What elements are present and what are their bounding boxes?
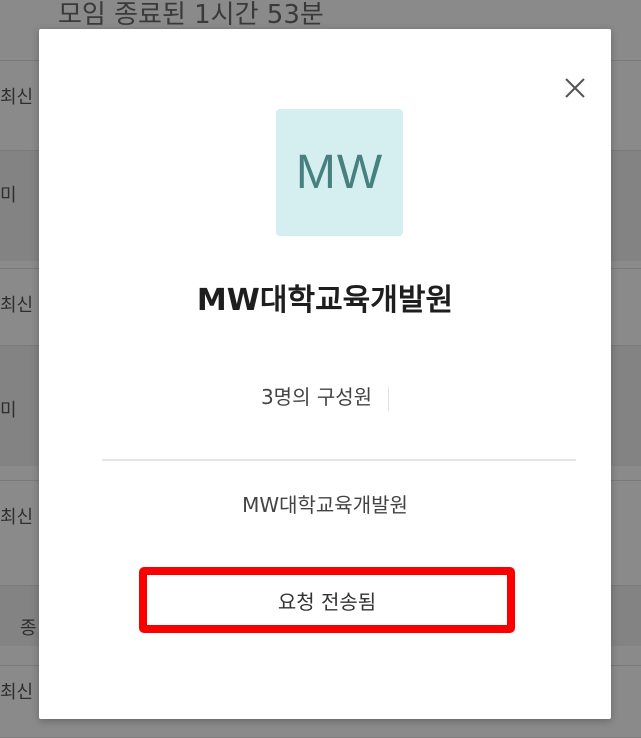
close-icon — [565, 78, 585, 98]
background-row-label: 최신 — [0, 507, 34, 528]
member-count: 3명의 구성원 — [260, 385, 373, 409]
background-title: 모임 종료된 1시간 53분 — [58, 0, 324, 30]
organization-logo-text: MW — [295, 146, 384, 199]
background-row-label: 미 — [0, 185, 17, 206]
background-row-label: 최신 — [0, 295, 34, 316]
background-row-label: 미 — [0, 400, 17, 421]
organization-logo: MW — [276, 109, 403, 236]
background-row-label: 최신 — [0, 682, 34, 703]
organization-name: MW대학교육개발원 — [196, 283, 454, 318]
divider — [102, 459, 576, 461]
request-sent-button[interactable]: 요청 전송됨 — [139, 567, 515, 633]
close-button[interactable] — [561, 74, 589, 102]
member-count-row: 3명의 구성원 — [39, 381, 611, 411]
background-row-label: 최신 — [0, 87, 34, 108]
background-row-label: 종 — [20, 618, 37, 639]
organization-modal: MW MW대학교육개발원 3명의 구성원 MW대학교육개발원 요청 전송됨 — [39, 29, 611, 719]
organization-description: MW대학교육개발원 — [242, 493, 408, 517]
member-count-separator — [388, 386, 390, 411]
